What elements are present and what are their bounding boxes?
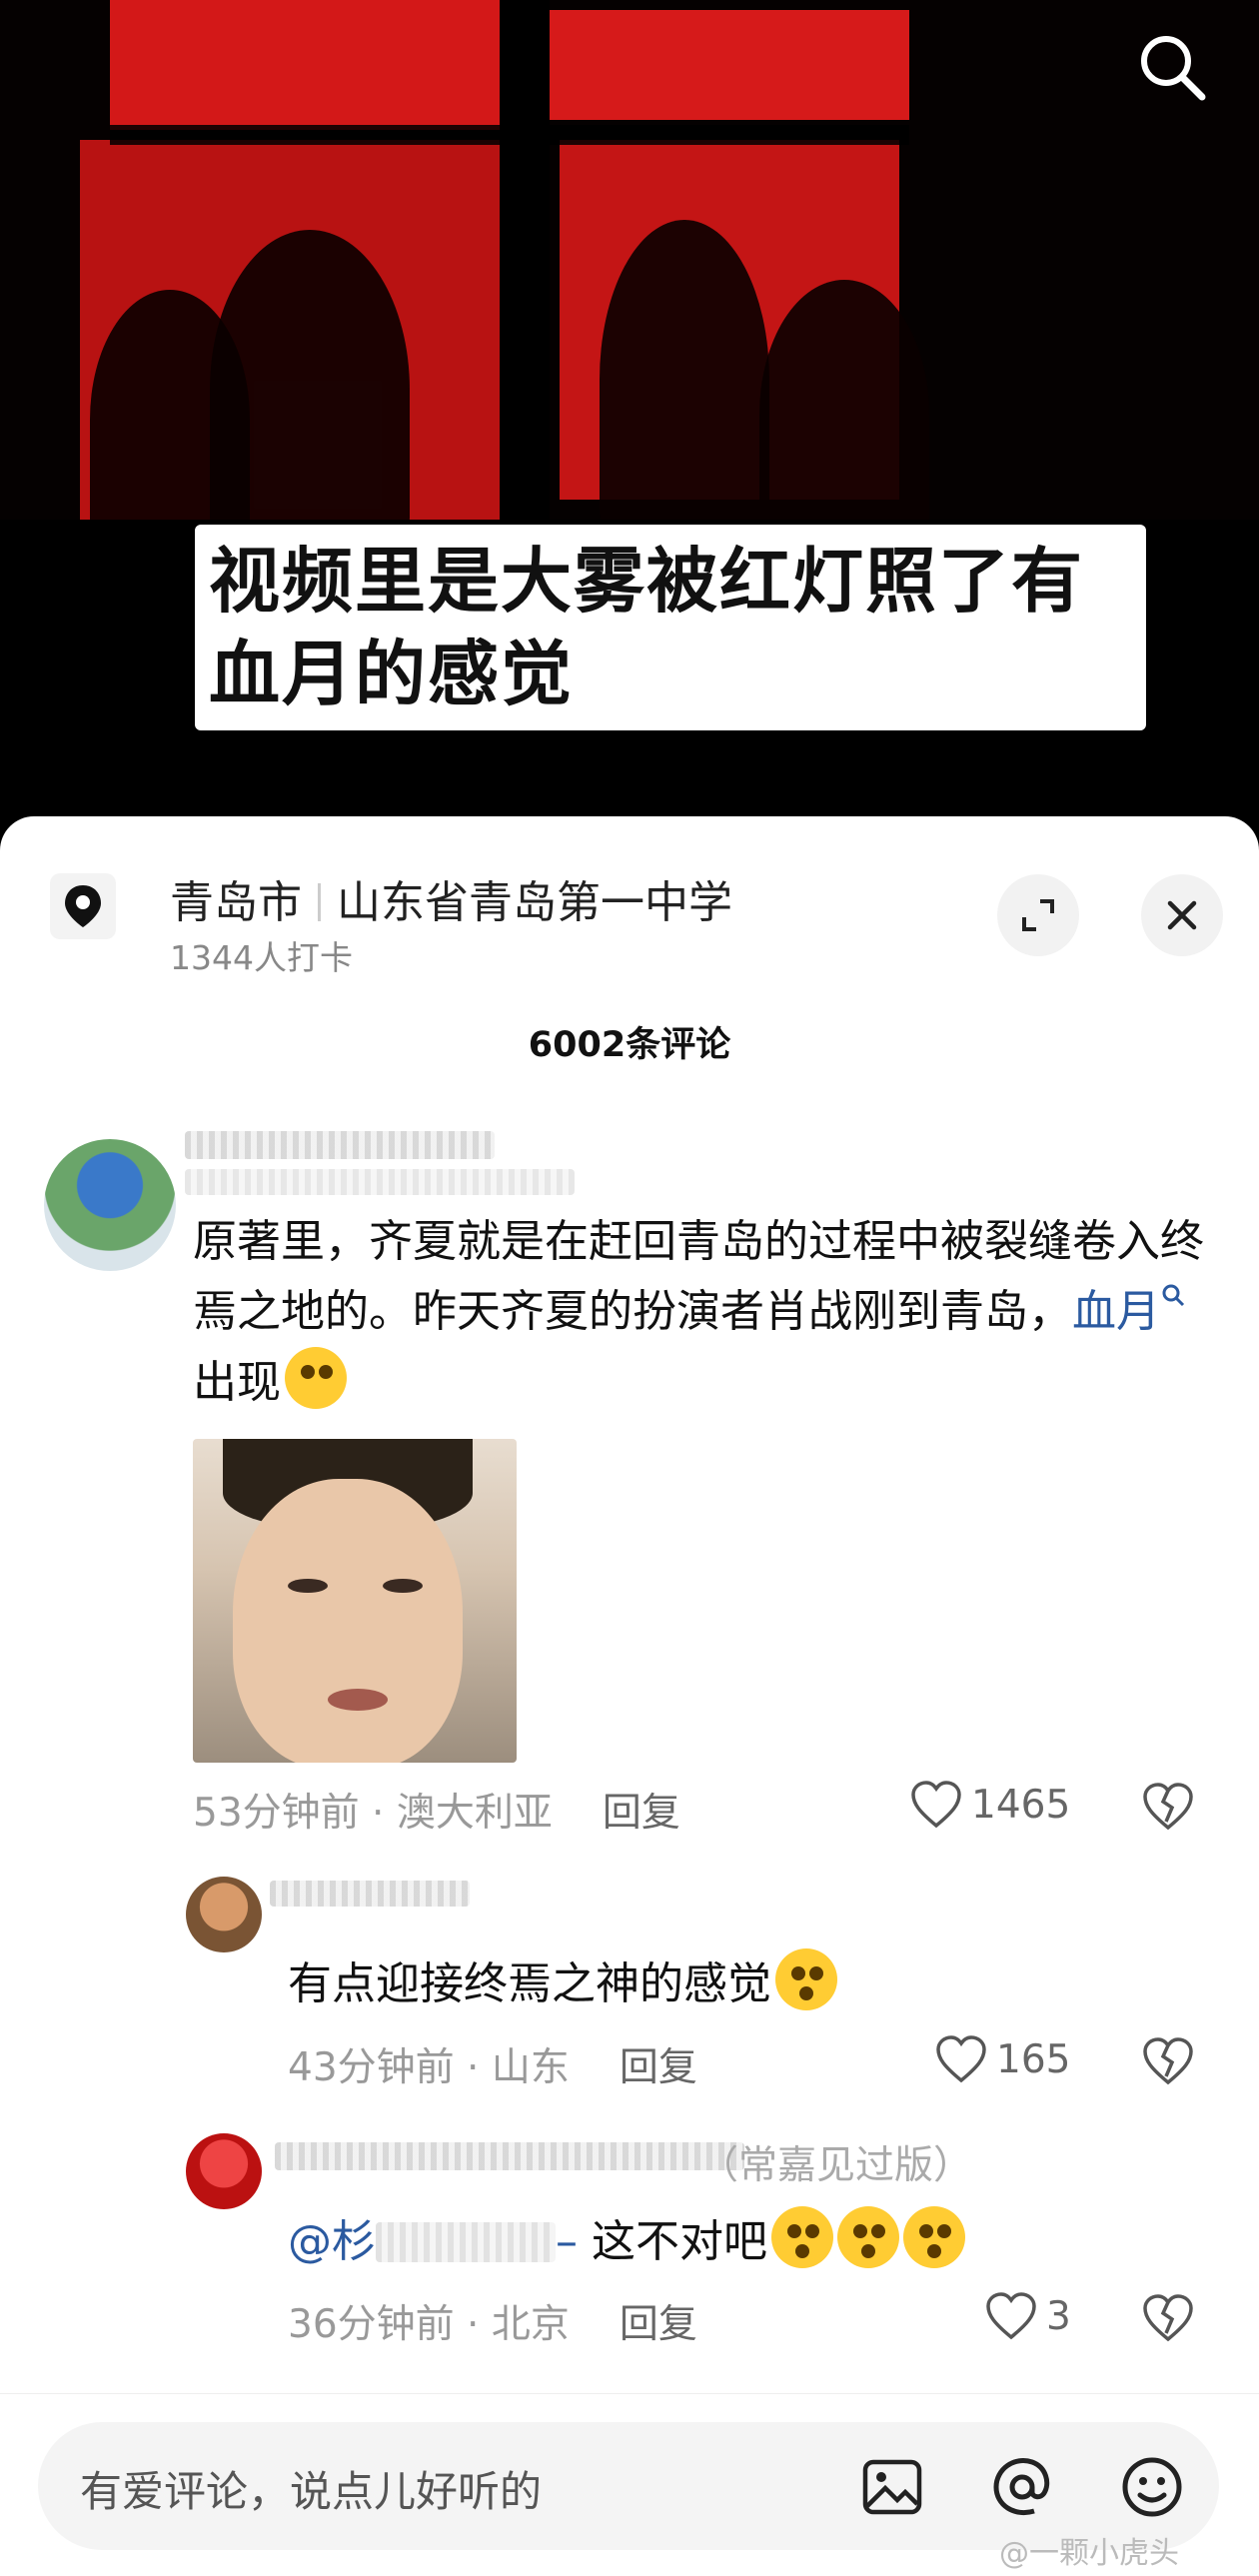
comment-image[interactable] [193,1439,517,1763]
heart-icon [936,2035,986,2083]
comment-meta: 43分钟前 · 山东 回复 [288,2045,697,2090]
drooling-emoji [837,2206,899,2268]
close-icon [1167,900,1197,930]
username-blurred[interactable] [275,2142,744,2170]
comment-text: 原著里，齐夏就是在赶回青岛的过程中被裂缝卷入终焉之地的。昨天齐夏的扮演者肖战刚到… [193,1216,1204,1409]
comment-region: 北京 [491,2302,570,2347]
silhouette [759,280,929,550]
drooling-emoji [771,2206,833,2268]
expand-button[interactable] [997,874,1079,956]
like-button[interactable]: 165 [934,2034,1070,2084]
dislike-button[interactable] [1141,1782,1195,1836]
image-icon [862,2459,922,2515]
drooling-emoji [903,2206,965,2268]
reply-to-name: （常嘉见过版） [699,2143,973,2188]
avatar[interactable] [186,1877,262,1952]
comment-meta: 36分钟前 · 北京 回复 [288,2302,697,2347]
divider [318,883,321,921]
heart-icon [911,1781,961,1829]
comments-count: 6002条评论 [528,1025,731,1065]
watermark: @一颗小虎头 [999,2536,1179,2571]
emoji-icon [1122,2457,1182,2517]
location-pin-icon [65,885,101,927]
comment-text: @杉 – 这不对吧 [288,2206,1187,2277]
comment-text: 有点迎接终焉之神的感觉 [288,1948,1187,2019]
heart-icon [986,2292,1036,2340]
comment-region: 澳大利亚 [396,1791,553,1836]
red-light [110,0,500,130]
dislike-heart-icon [1143,1783,1193,1831]
search-button[interactable] [1127,22,1217,112]
red-light [550,10,909,120]
comment-time: 53分钟前 [193,1791,360,1836]
dislike-heart-icon [1143,2294,1193,2342]
video-player[interactable]: 视频里是大雾被红灯照了有血月的感觉 [0,0,1259,829]
checkin-count: 1344人打卡 [170,938,353,977]
rolling-eyes-emoji [285,1347,347,1409]
reply-button[interactable]: 回复 [603,1791,680,1836]
mention-link[interactable]: @杉 – [288,2216,578,2267]
like-count: 3 [1046,2293,1071,2339]
like-count: 165 [996,2036,1071,2082]
comment-time: 36分钟前 [288,2302,455,2347]
expand-icon [1022,899,1054,931]
avatar[interactable] [186,2133,262,2209]
dislike-heart-icon [1143,2037,1193,2085]
location-place: 山东省青岛第一中学 [337,877,732,928]
username-blurred[interactable] [185,1131,495,1159]
silhouette [600,220,769,540]
comment-meta: 53分钟前 · 澳大利亚 回复 [193,1791,680,1836]
reply-button[interactable]: 回复 [620,2302,697,2347]
like-button[interactable]: 3 [984,2291,1071,2341]
dislike-button[interactable] [1141,2293,1195,2347]
search-icon [1141,36,1206,101]
search-icon [1162,1284,1185,1307]
drooling-emoji [775,1948,837,2010]
hashtag-link[interactable]: 血月 [1072,1284,1186,1337]
close-button[interactable] [1141,874,1223,956]
dislike-button[interactable] [1141,2036,1195,2090]
mention-button[interactable] [987,2452,1057,2522]
comment-region: 山东 [491,2045,570,2090]
comment-time: 43分钟前 [288,2045,455,2090]
comment-input-placeholder: 有爱评论，说点儿好听的 [80,2467,543,2516]
location-button[interactable] [50,873,116,939]
reply-button[interactable]: 回复 [620,2045,697,2090]
avatar[interactable] [44,1139,176,1271]
video-caption: 视频里是大雾被红灯照了有血月的感觉 [195,525,1146,730]
image-button[interactable] [857,2452,927,2522]
silhouette [90,290,250,550]
location-city: 青岛市 [170,877,302,928]
location-title[interactable]: 青岛市 山东省青岛第一中学 [170,866,732,930]
username-blurred [185,1169,575,1195]
username-blurred[interactable] [270,1881,470,1907]
like-button[interactable]: 1465 [909,1780,1070,1830]
like-count: 1465 [971,1782,1071,1828]
at-icon [993,2458,1050,2515]
emoji-button[interactable] [1117,2452,1187,2522]
